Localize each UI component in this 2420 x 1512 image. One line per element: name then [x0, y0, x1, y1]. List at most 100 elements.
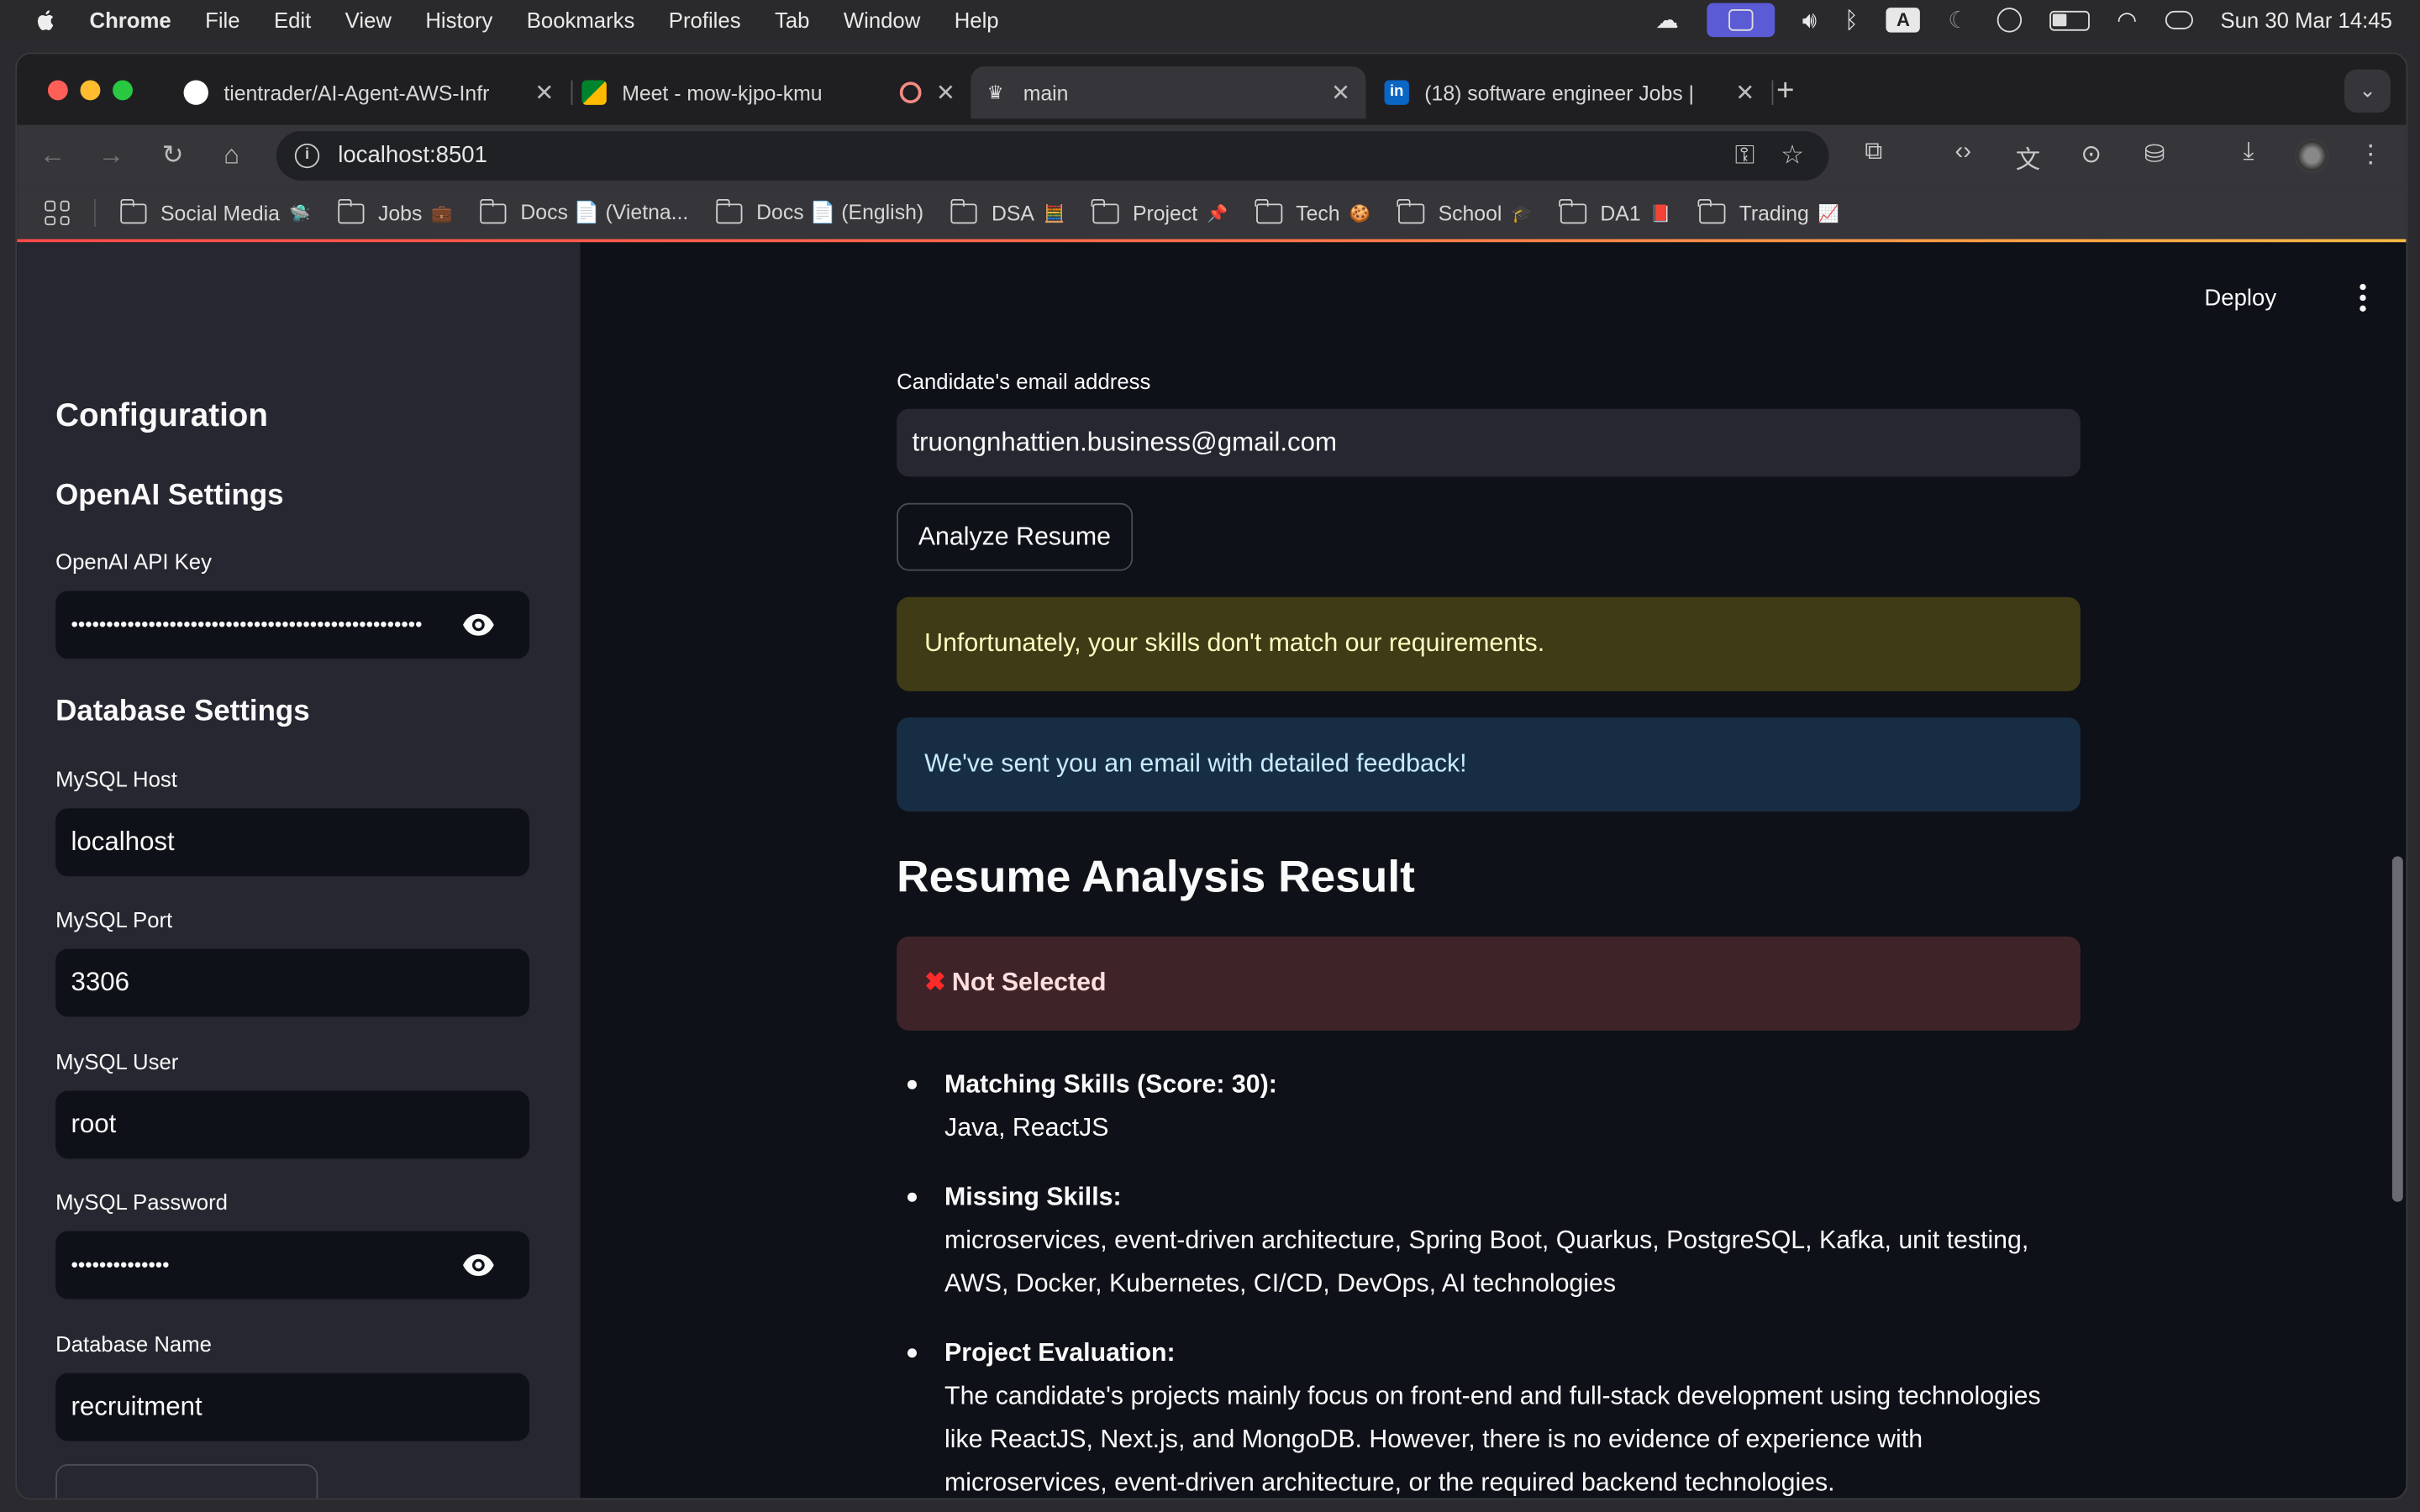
menu-bookmarks[interactable]: Bookmarks — [527, 8, 635, 32]
folder-icon — [1092, 198, 1119, 223]
show-password-eye-icon[interactable] — [461, 609, 495, 640]
volume-icon[interactable]: 🔊︎ — [1802, 7, 1817, 33]
bookmark-da1[interactable]: DA1 📕 — [1559, 198, 1671, 225]
api-key-input[interactable]: ••••••••••••••••••••••••••••••••••••••••… — [55, 591, 529, 659]
warning-alert: Unfortunately, your skills don't match o… — [897, 596, 2081, 691]
bookmark-trading[interactable]: Trading 📈 — [1697, 198, 1839, 225]
result-list: Matching Skills (Score: 30): Java, ReactJ… — [897, 1063, 2081, 1498]
bookmark-project[interactable]: Project 📌 — [1092, 198, 1228, 225]
site-info-icon[interactable]: i — [294, 143, 320, 169]
close-tab-icon[interactable]: ✕ — [936, 79, 955, 107]
screenshot-icon[interactable]: ⊙ — [2075, 139, 2108, 170]
bookmark-dsa[interactable]: DSA 🧮 — [950, 198, 1065, 224]
tab-main[interactable]: ♛ main ✕ — [971, 66, 1366, 119]
tab-search-button[interactable]: ⌄ — [2344, 69, 2391, 113]
zoom-window-button[interactable] — [113, 80, 133, 101]
recording-icon — [899, 81, 922, 104]
apple-icon[interactable] — [34, 8, 58, 32]
menu-file[interactable]: File — [205, 8, 239, 32]
tab-title: (18) software engineer Jobs | — [1424, 81, 1694, 104]
bookmark-label: DA1 — [1600, 201, 1641, 225]
menu-view[interactable]: View — [345, 8, 392, 32]
user-icon[interactable] — [1996, 8, 2022, 33]
translate-icon[interactable]: 文 — [2011, 139, 2044, 176]
email-input[interactable]: truongnhattien.business@gmail.com — [897, 408, 2081, 477]
tab-strip: tientrader/AI-Agent-AWS-Infr ✕ Meet - mo… — [17, 54, 2407, 125]
control-center-icon[interactable] — [2165, 10, 2193, 29]
folder-icon — [337, 198, 365, 223]
mysql-password-value: •••••••••••••• — [71, 1252, 170, 1276]
new-tab-button[interactable]: + — [1776, 76, 1794, 107]
menu-app-name[interactable]: Chrome — [90, 8, 171, 32]
close-tab-icon[interactable]: ✕ — [1735, 79, 1754, 107]
status-alert: ✖ Not Selected — [897, 936, 2081, 1031]
linkedin-icon: in — [1384, 80, 1409, 105]
close-window-button[interactable] — [47, 80, 68, 101]
bookmark-label: Project — [1132, 201, 1198, 225]
mysql-host-input[interactable]: localhost — [55, 808, 529, 877]
code-icon[interactable]: ‹› — [1946, 139, 1980, 166]
bookmark-tech[interactable]: Tech 🍪 — [1255, 198, 1370, 224]
tab-google-meet[interactable]: Meet - mow-kjpo-kmu ✕ — [581, 66, 971, 118]
minimize-window-button[interactable] — [80, 80, 101, 101]
wifi-icon[interactable]: ◠ — [2117, 6, 2137, 34]
bookmark-label: Jobs — [377, 201, 423, 225]
menu-help[interactable]: Help — [955, 8, 999, 32]
main-menu-icon[interactable] — [2360, 283, 2366, 312]
address-bar[interactable]: i localhost:8501 ⚿ ☆ — [276, 131, 1829, 181]
moon-icon[interactable]: ☾ — [1948, 6, 1969, 34]
analyze-resume-button[interactable]: Analyze Resume — [897, 502, 1133, 571]
incognito-extension-icon[interactable]: ⛁ — [2138, 139, 2171, 170]
bookmark-emoji: 🎓 — [1511, 204, 1533, 223]
profile-avatar[interactable] — [2295, 139, 2329, 173]
bookmark-school[interactable]: School 🎓 — [1397, 198, 1533, 224]
close-tab-icon[interactable]: ✕ — [534, 79, 554, 107]
menu-history[interactable]: History — [425, 8, 492, 32]
password-key-icon[interactable]: ⚿ — [1735, 140, 1755, 171]
home-button[interactable]: ⌂ — [214, 139, 248, 172]
mysql-port-input[interactable]: 3306 — [55, 948, 529, 1017]
mysql-user-input[interactable]: root — [55, 1090, 529, 1159]
bookmark-social-media[interactable]: Social Media 🛸 — [119, 198, 310, 224]
bookmark-jobs[interactable]: Jobs 💼 — [337, 198, 453, 225]
download-icon[interactable]: ⤓ — [2232, 139, 2265, 166]
bookmark-label: Docs 📄 (English) — [756, 200, 924, 224]
tab-github[interactable]: tientrader/AI-Agent-AWS-Infr ✕ — [181, 66, 573, 118]
forward-button[interactable]: → — [94, 139, 128, 172]
keyboard-input-icon[interactable]: A — [1886, 8, 1921, 33]
screen-share-icon[interactable] — [1706, 3, 1775, 38]
close-tab-icon[interactable]: ✕ — [1331, 79, 1350, 107]
back-button[interactable]: ← — [35, 139, 69, 172]
reload-button[interactable]: ↻ — [156, 139, 190, 172]
mysql-password-input[interactable]: •••••••••••••• — [55, 1231, 529, 1299]
browser-window: tientrader/AI-Agent-AWS-Infr ✕ Meet - mo… — [15, 52, 2408, 1500]
scrollbar[interactable] — [2391, 856, 2403, 1202]
menu-edit[interactable]: Edit — [274, 8, 311, 32]
database-name-input[interactable]: recruitment — [55, 1373, 529, 1441]
sidebar-button[interactable] — [55, 1464, 318, 1499]
browser-toolbar: ← → ↻ ⌂ i localhost:8501 ⚿ ☆ ⧉ ‹› 文 ⊙ ⛁ … — [17, 124, 2407, 187]
battery-icon[interactable] — [2049, 9, 2090, 30]
show-password-eye-icon[interactable] — [461, 1250, 495, 1281]
bookmark-docs-vietnamese[interactable]: Docs 📄 (Vietna... — [479, 198, 688, 225]
cross-mark-icon: ✖ — [924, 969, 946, 997]
bluetooth-icon[interactable]: ᛒ — [1844, 7, 1859, 33]
result-body: microservices, event-driven architecture… — [944, 1226, 2029, 1298]
extensions-icon[interactable]: ⧉ — [1857, 139, 1891, 166]
bookmark-label: Trading — [1739, 201, 1809, 225]
sidebar-title: Configuration — [55, 397, 268, 434]
deploy-button[interactable]: Deploy — [2204, 286, 2276, 312]
menu-window[interactable]: Window — [844, 8, 920, 32]
openai-settings-heading: OpenAI Settings — [55, 480, 284, 512]
bookmark-star-icon[interactable]: ☆ — [1781, 140, 1804, 171]
menu-tab[interactable]: Tab — [775, 8, 809, 32]
tab-linkedin[interactable]: in (18) software engineer Jobs | ✕ — [1381, 66, 1774, 118]
apps-grid-icon[interactable] — [45, 200, 70, 226]
clock[interactable]: Sun 30 Mar 14:45 — [2220, 8, 2391, 32]
bookmark-docs-english[interactable]: Docs 📄 (English) — [715, 198, 924, 225]
folder-icon — [1559, 198, 1586, 223]
url-text[interactable]: localhost:8501 — [338, 142, 487, 168]
browser-menu-icon[interactable]: ⋮ — [2354, 139, 2387, 170]
cloud-weather-icon[interactable]: ☁ — [1655, 6, 1679, 34]
menu-profiles[interactable]: Profiles — [669, 8, 741, 32]
